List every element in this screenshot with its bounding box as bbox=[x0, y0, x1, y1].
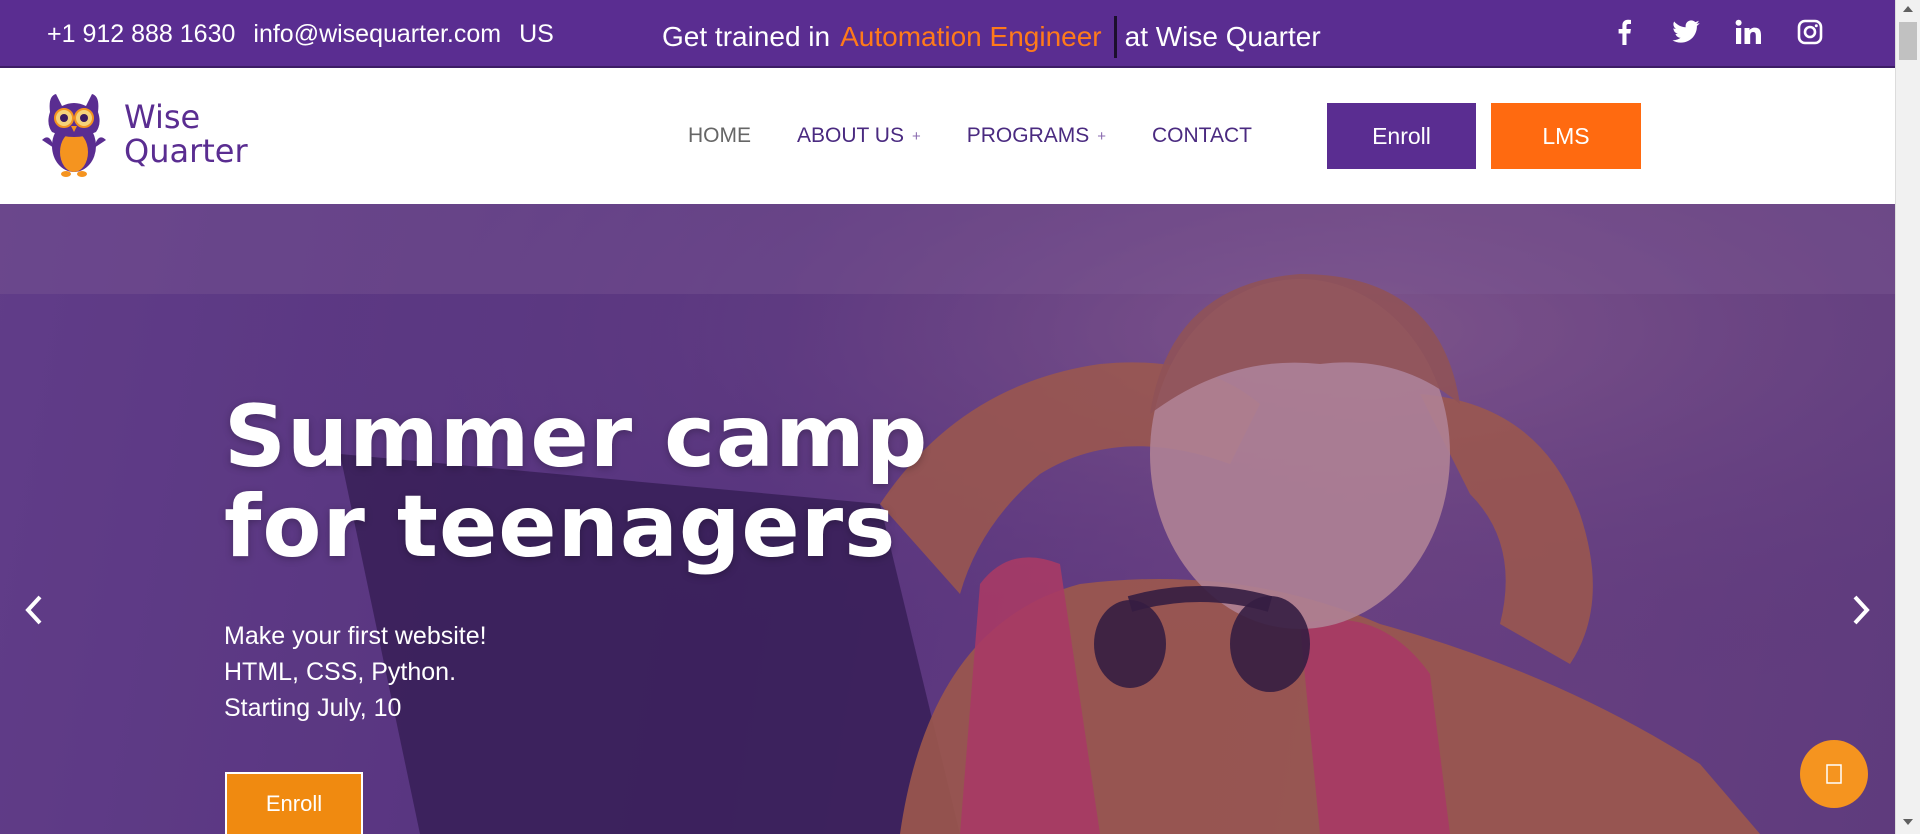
nav-home-label: HOME bbox=[688, 124, 751, 147]
hero-slider: Summer camp for teenagers Make your firs… bbox=[0, 204, 1895, 834]
logo-line-2: Quarter bbox=[124, 132, 248, 170]
twitter-icon[interactable] bbox=[1672, 18, 1700, 46]
instagram-icon[interactable] bbox=[1796, 18, 1824, 46]
scroll-up-arrow[interactable] bbox=[1903, 6, 1913, 12]
hero-title-line-1: Summer camp bbox=[224, 387, 929, 487]
enroll-button[interactable]: Enroll bbox=[1327, 103, 1476, 169]
logo-line-1: Wise bbox=[124, 98, 201, 136]
logo-text: Wise Quarter bbox=[124, 100, 248, 168]
nav-home[interactable]: HOME bbox=[688, 124, 751, 148]
promo-prefix: Get trained in bbox=[662, 21, 831, 52]
nav-about-label: ABOUT US bbox=[797, 124, 904, 147]
nav-about-us[interactable]: ABOUT US + bbox=[797, 124, 921, 148]
expand-icon: + bbox=[1097, 127, 1107, 145]
slider-next-arrow[interactable] bbox=[1841, 590, 1881, 630]
chevron-left-icon bbox=[25, 595, 42, 625]
hero-sub-line-1: Make your first website! bbox=[224, 622, 487, 650]
linkedin-icon[interactable] bbox=[1734, 18, 1762, 46]
logo[interactable]: Wise Quarter bbox=[36, 90, 248, 178]
email-link[interactable]: info@wisequarter.com bbox=[253, 20, 501, 49]
lms-button[interactable]: LMS bbox=[1491, 103, 1641, 169]
hero-sub-line-3: Starting July, 10 bbox=[224, 694, 402, 722]
site-header: Wise Quarter HOME ABOUT US + PROGRAMS + … bbox=[0, 68, 1895, 204]
promo-suffix: at Wise Quarter bbox=[1124, 21, 1321, 52]
nav-contact[interactable]: CONTACT bbox=[1152, 124, 1252, 148]
hero-title: Summer camp for teenagers bbox=[224, 392, 928, 572]
chevron-right-icon bbox=[1853, 595, 1870, 625]
region-selector[interactable]: US bbox=[519, 20, 554, 49]
chat-icon bbox=[1826, 764, 1842, 784]
slider-prev-arrow[interactable] bbox=[14, 590, 54, 630]
hero-subtitle: Make your first website! HTML, CSS, Pyth… bbox=[224, 618, 487, 726]
hero-sub-line-2: HTML, CSS, Python. bbox=[224, 658, 457, 686]
phone-link[interactable]: +1 912 888 1630 bbox=[47, 20, 235, 49]
owl-logo-icon bbox=[42, 94, 106, 177]
promo-text: Get trained in Automation Engineer at Wi… bbox=[662, 16, 1321, 58]
top-bar: +1 912 888 1630 info@wisequarter.com US … bbox=[0, 0, 1895, 68]
nav-programs[interactable]: PROGRAMS + bbox=[967, 124, 1106, 148]
chat-button[interactable] bbox=[1800, 740, 1868, 808]
hero-enroll-button[interactable]: Enroll bbox=[225, 772, 363, 834]
nav-contact-label: CONTACT bbox=[1152, 124, 1252, 147]
expand-icon: + bbox=[911, 127, 921, 145]
promo-highlight: Automation Engineer bbox=[840, 21, 1102, 52]
social-links bbox=[1610, 18, 1824, 46]
scroll-down-arrow[interactable] bbox=[1903, 819, 1913, 825]
main-nav: HOME ABOUT US + PROGRAMS + CONTACT bbox=[688, 124, 1252, 148]
hero-title-line-2: for teenagers bbox=[224, 477, 897, 577]
nav-programs-label: PROGRAMS bbox=[966, 124, 1090, 147]
scrollbar-thumb[interactable] bbox=[1899, 22, 1917, 60]
facebook-icon[interactable] bbox=[1610, 18, 1638, 46]
page-scrollbar[interactable] bbox=[1895, 0, 1920, 834]
typing-cursor bbox=[1113, 16, 1117, 58]
contact-info: +1 912 888 1630 info@wisequarter.com US bbox=[47, 20, 554, 49]
